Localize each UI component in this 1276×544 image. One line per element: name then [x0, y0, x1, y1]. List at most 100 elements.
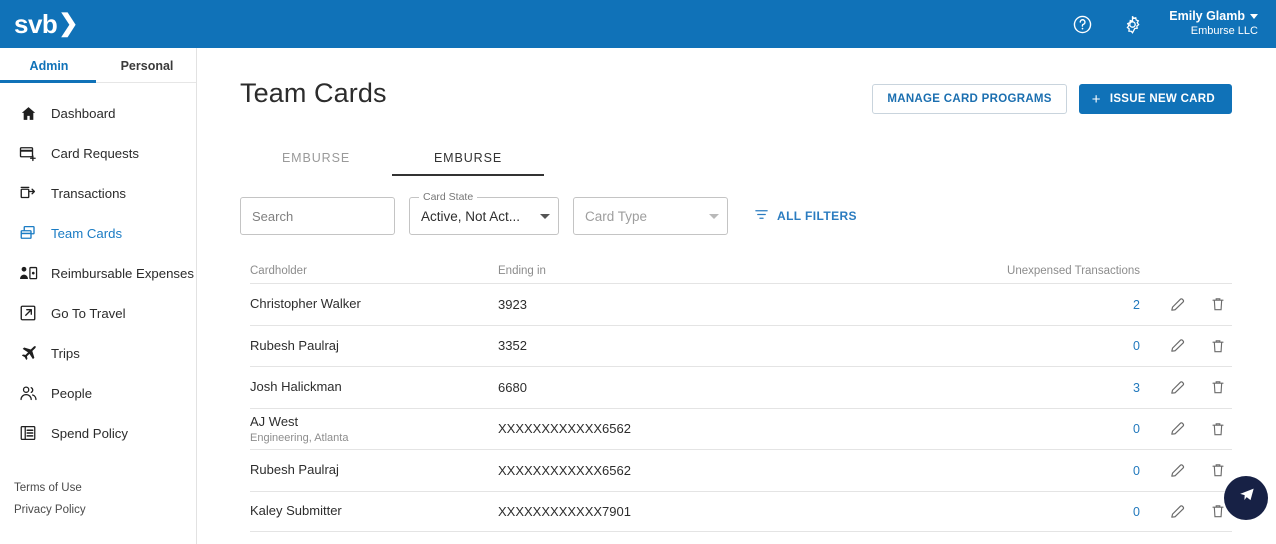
support-chat-button[interactable]	[1224, 476, 1268, 520]
sidebar-item-trips[interactable]: Trips	[0, 333, 196, 373]
sidebar-nav: Dashboard Card Requests Transactions Tea…	[0, 83, 196, 453]
table-row[interactable]: Rubesh Paulraj 3352 0	[250, 324, 1232, 367]
sidebar-item-card-requests[interactable]: Card Requests	[0, 133, 196, 173]
airplane-icon	[17, 342, 39, 364]
pencil-icon[interactable]	[1169, 296, 1186, 313]
tab-label: EMBURSE	[433, 151, 503, 165]
transactions-icon	[17, 182, 39, 204]
row-actions	[1140, 462, 1232, 479]
column-header-unexpensed: Unexpensed Transactions	[1007, 265, 1140, 277]
page-header: Team Cards MANAGE CARD PROGRAMS + ISSUE …	[198, 48, 1276, 114]
unexpensed-count-link[interactable]: 0	[1133, 422, 1140, 436]
cardholder-department: Engineering, Atlanta	[250, 431, 349, 444]
trash-icon[interactable]	[1210, 462, 1226, 478]
unexpensed-count-link[interactable]: 0	[1133, 339, 1140, 353]
tab-label: EMBURSE	[281, 151, 351, 165]
issue-new-card-button[interactable]: + ISSUE NEW CARD	[1078, 84, 1232, 114]
unexpensed-count-link[interactable]: 0	[1133, 464, 1140, 478]
sidebar-item-label: Transactions	[51, 185, 127, 201]
plus-icon: +	[1091, 90, 1101, 108]
pencil-icon[interactable]	[1169, 379, 1186, 396]
privacy-policy-link[interactable]: Privacy Policy	[14, 500, 86, 521]
cell-ending-in: XXXXXXXXXXXX7901	[498, 503, 631, 519]
trash-icon[interactable]	[1210, 296, 1226, 312]
card-state-value: Active, Not Act...	[421, 208, 521, 224]
pencil-icon[interactable]	[1169, 503, 1186, 520]
table-row[interactable]: AJ West Engineering, Atlanta XXXXXXXXXXX…	[250, 407, 1232, 450]
trash-icon[interactable]	[1210, 338, 1226, 354]
column-header-ending-in: Ending in	[498, 265, 546, 277]
manage-card-programs-button[interactable]: MANAGE CARD PROGRAMS	[872, 84, 1067, 114]
sidebar-tab-personal[interactable]: Personal	[98, 48, 196, 83]
logo-text: svb	[14, 9, 58, 39]
sidebar-item-label: Reimbursable Expenses	[51, 265, 194, 281]
card-plus-icon	[17, 142, 39, 164]
help-circle-icon[interactable]	[1057, 0, 1107, 48]
row-actions	[1140, 503, 1232, 520]
table-row[interactable]: Rubesh Paulraj XXXXXXXXXXXX6562 0	[250, 449, 1232, 491]
cardholder-name: Christopher Walker	[250, 296, 361, 312]
tab-emburse-1[interactable]: EMBURSE	[240, 140, 392, 176]
trash-icon[interactable]	[1210, 421, 1226, 437]
cell-cardholder: Christopher Walker	[250, 296, 498, 312]
pencil-icon[interactable]	[1169, 337, 1186, 354]
terms-of-use-link[interactable]: Terms of Use	[14, 478, 86, 499]
tab-emburse-2[interactable]: EMBURSE	[392, 140, 544, 176]
table-row[interactable]: Christopher Walker 3923 2	[250, 283, 1232, 325]
gear-icon[interactable]	[1107, 0, 1157, 48]
page-header-actions: MANAGE CARD PROGRAMS + ISSUE NEW CARD	[872, 78, 1232, 114]
cell-cardholder: Josh Halickman	[250, 379, 498, 395]
sidebar-item-people[interactable]: People	[0, 373, 196, 413]
sidebar-item-label: People	[51, 385, 93, 401]
top-header-bar: svb ❯ Emily Glamb Emburse LLC	[0, 0, 1276, 48]
column-header-cardholder: Cardholder	[250, 265, 307, 277]
person-receipt-icon	[17, 262, 39, 284]
unexpensed-count-link[interactable]: 2	[1133, 298, 1140, 312]
row-actions	[1140, 337, 1232, 354]
sidebar-item-go-to-travel[interactable]: Go To Travel	[0, 293, 196, 333]
card-type-select[interactable]: Card Type	[573, 197, 728, 235]
chevron-down-icon[interactable]	[709, 213, 719, 219]
team-cards-icon	[17, 222, 39, 244]
unexpensed-count-link[interactable]: 0	[1133, 505, 1140, 519]
sidebar-item-label: Trips	[51, 345, 80, 361]
sidebar-tab-admin[interactable]: Admin	[0, 48, 98, 83]
sidebar-tabs: Admin Personal	[0, 48, 196, 83]
trash-icon[interactable]	[1210, 379, 1226, 395]
card-program-tabs: EMBURSE EMBURSE	[240, 140, 1276, 176]
chevron-down-icon[interactable]	[540, 213, 550, 219]
cell-cardholder: Rubesh Paulraj	[250, 338, 498, 354]
cell-ending-in: 3923	[498, 296, 527, 312]
main-content: Team Cards MANAGE CARD PROGRAMS + ISSUE …	[198, 48, 1276, 544]
filter-bar: Card State Active, Not Act... Card Type …	[240, 191, 1276, 235]
row-actions	[1140, 379, 1232, 396]
sidebar-item-transactions[interactable]: Transactions	[0, 173, 196, 213]
sidebar-item-dashboard[interactable]: Dashboard	[0, 93, 196, 133]
paper-plane-icon	[1236, 485, 1257, 511]
sidebar-item-label: Card Requests	[51, 145, 139, 161]
trash-icon[interactable]	[1210, 503, 1226, 519]
sidebar-legal-links: Terms of Use Privacy Policy	[14, 478, 86, 521]
table-row[interactable]: Kaley Submitter XXXXXXXXXXXX7901 0	[250, 490, 1232, 532]
cell-ending-in: 3352	[498, 338, 527, 354]
card-type-placeholder: Card Type	[585, 208, 648, 224]
sidebar-item-label: Team Cards	[51, 225, 123, 241]
sidebar-item-label: Go To Travel	[51, 305, 126, 321]
unexpensed-count-link[interactable]: 3	[1133, 381, 1140, 395]
table-row[interactable]: Josh Halickman 6680 3	[250, 366, 1232, 408]
pencil-icon[interactable]	[1169, 420, 1186, 437]
sidebar-tab-admin-label: Admin	[29, 58, 69, 73]
sidebar-item-team-cards[interactable]: Team Cards	[0, 213, 196, 253]
sidebar-item-reimbursable-expenses[interactable]: Reimbursable Expenses	[0, 253, 196, 293]
svb-logo[interactable]: svb ❯	[14, 11, 78, 37]
all-filters-button[interactable]: ALL FILTERS	[754, 207, 857, 225]
pencil-icon[interactable]	[1169, 462, 1186, 479]
search-input[interactable]	[252, 208, 428, 224]
sidebar-item-spend-policy[interactable]: Spend Policy	[0, 413, 196, 453]
chevron-down-icon	[1250, 14, 1258, 20]
user-menu[interactable]: Emily Glamb Emburse LLC	[1169, 9, 1258, 39]
search-field[interactable]	[240, 197, 443, 235]
card-state-select[interactable]: Card State Active, Not Act...	[409, 191, 559, 235]
spend-policy-icon	[17, 422, 39, 444]
user-name-label: Emily Glamb	[1169, 8, 1245, 23]
